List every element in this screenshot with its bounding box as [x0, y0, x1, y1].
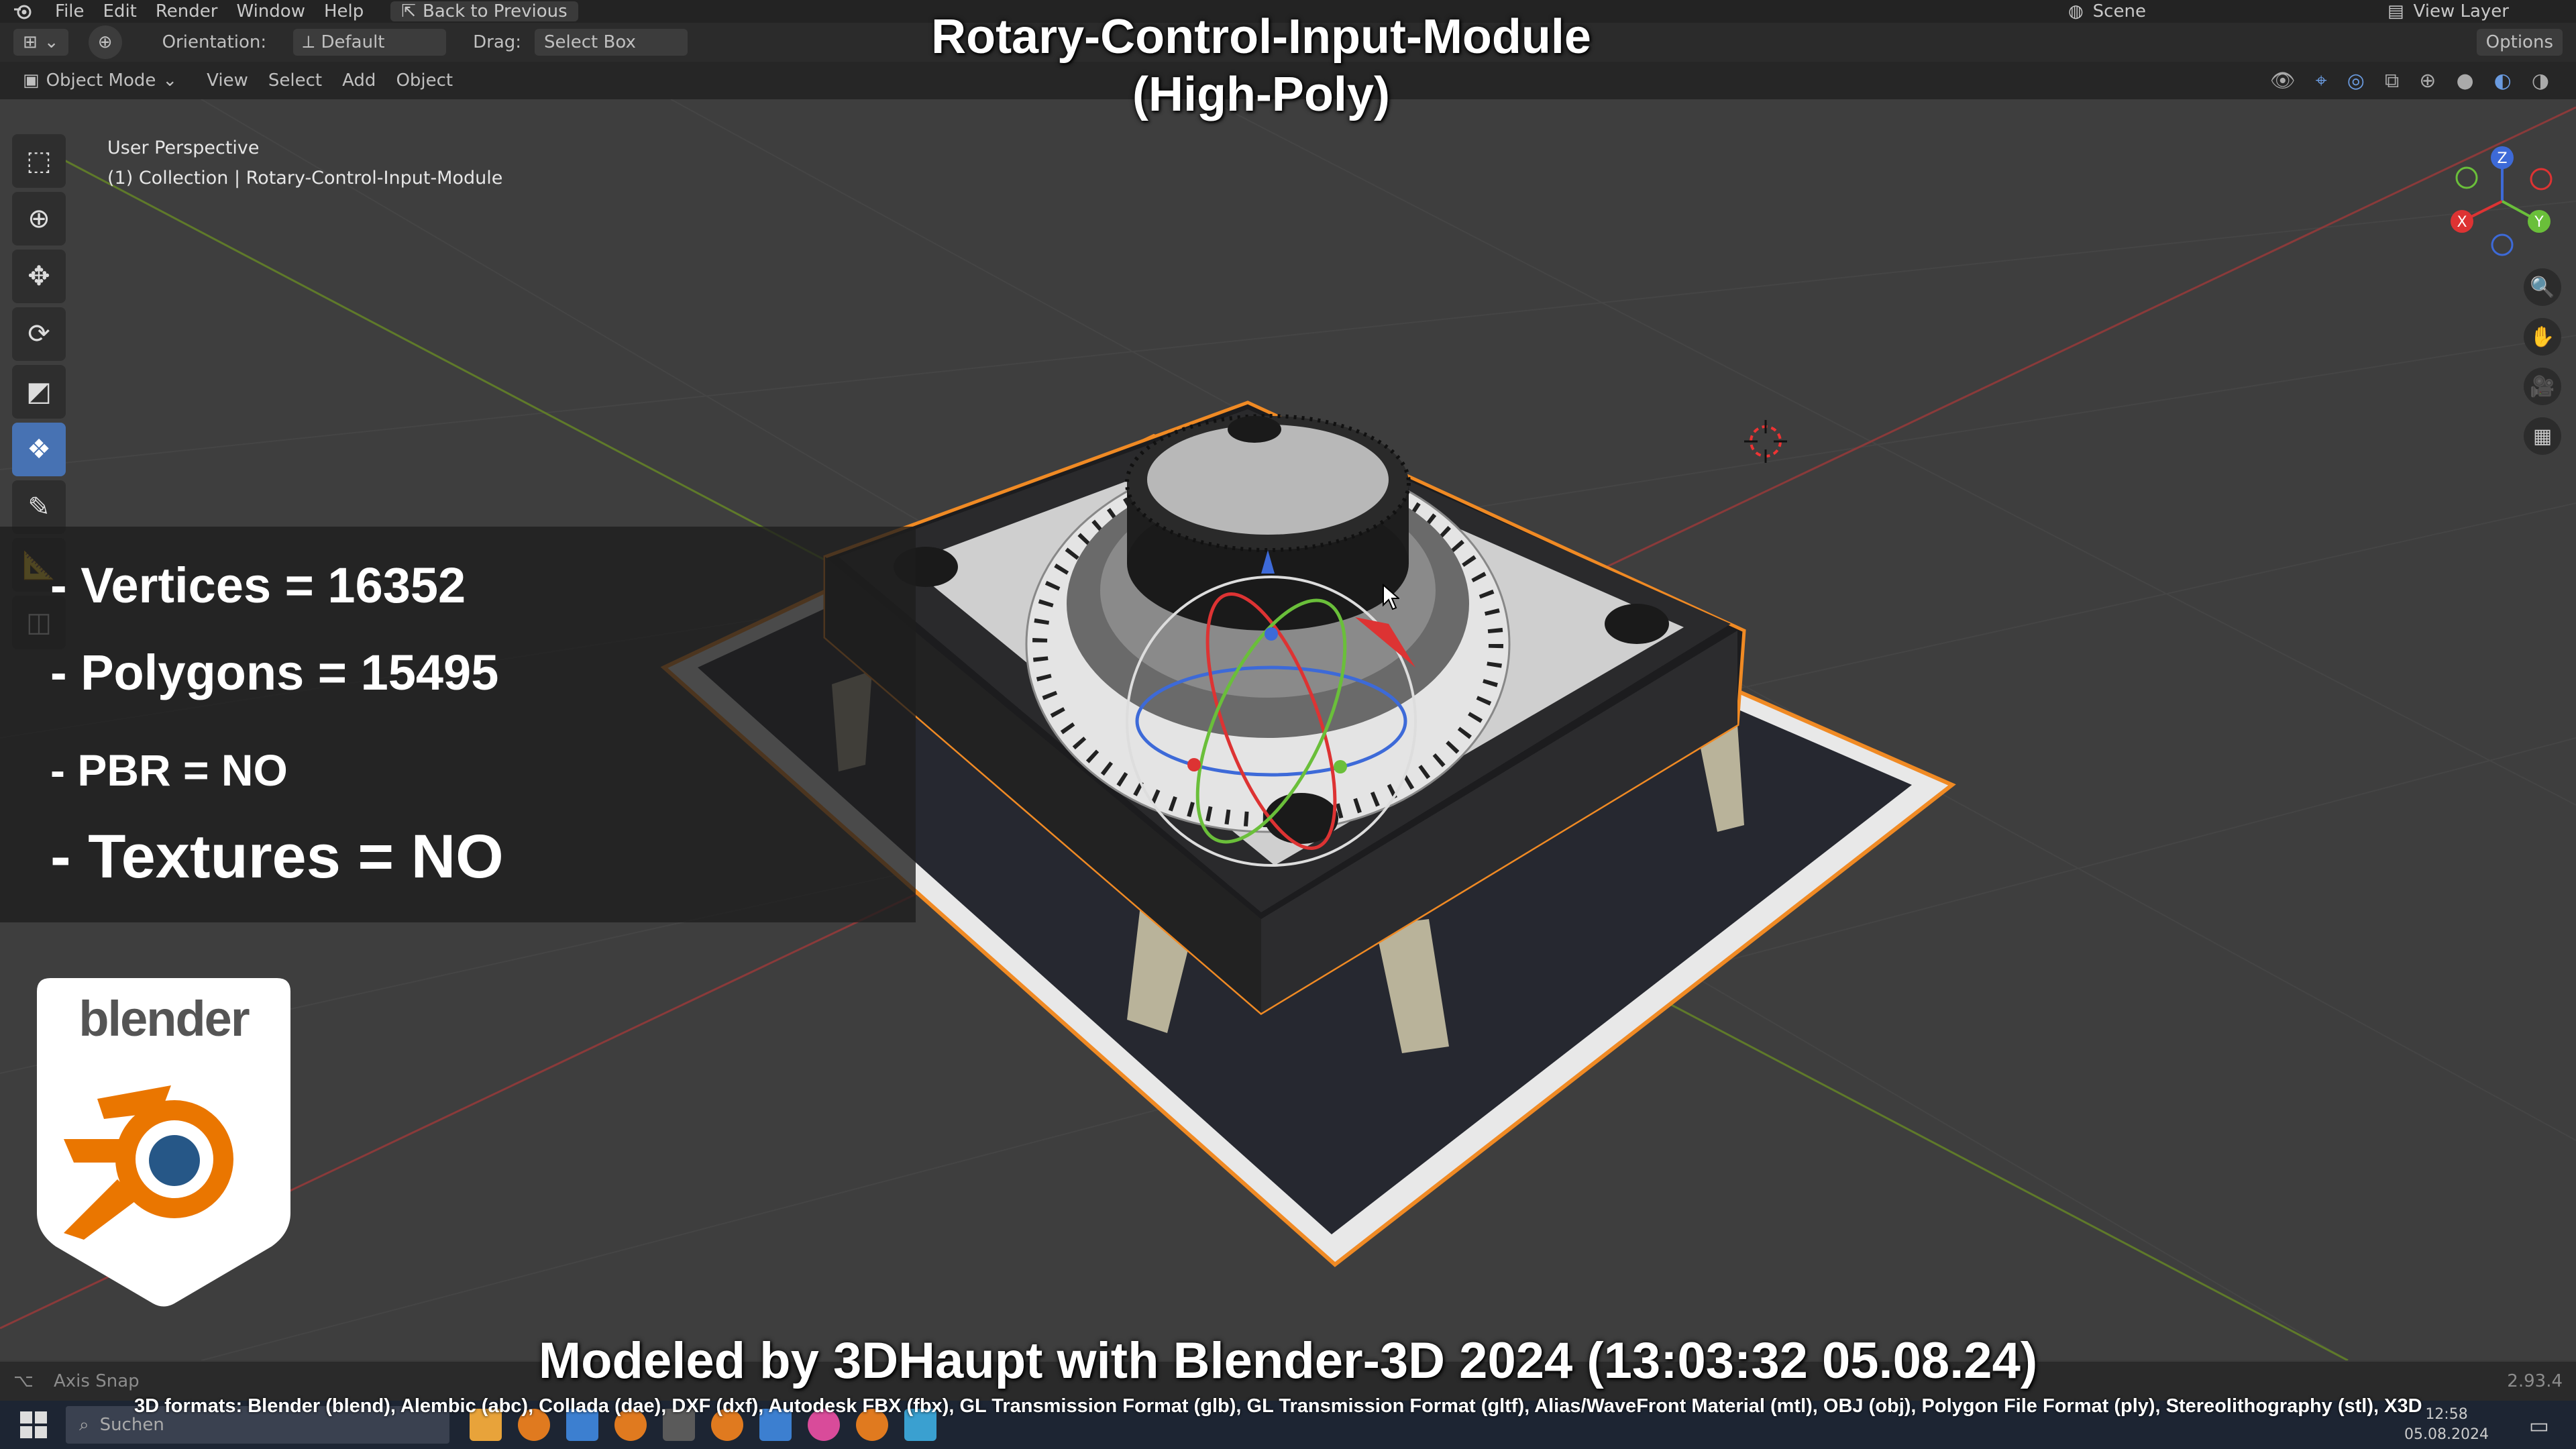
orientation-value: Default: [321, 32, 385, 52]
menu-render[interactable]: Render: [156, 1, 218, 21]
notification-icon[interactable]: ▭: [2529, 1413, 2549, 1438]
menu-edit[interactable]: Edit: [103, 1, 137, 21]
move-icon: ✥: [28, 261, 50, 292]
title-line-2: (High-Poly): [1132, 68, 1390, 121]
y-axis-label: Y: [2534, 214, 2544, 231]
search-placeholder: Suchen: [99, 1415, 164, 1435]
3d-cursor-icon: [1744, 420, 1787, 463]
hand-icon: ✋: [2530, 325, 2555, 349]
polygons-stat: - Polygons = 15495: [50, 645, 499, 700]
textures-stat: - Textures = NO: [50, 822, 504, 891]
editor-type-dropdown[interactable]: ⊞ ⌄: [13, 29, 68, 56]
view-layer-selector[interactable]: ▤ View Layer: [2387, 1, 2509, 21]
menu-help[interactable]: Help: [324, 1, 364, 21]
scale-icon: ◩: [26, 376, 52, 407]
back-to-previous-label: Back to Previous: [423, 1, 568, 21]
x-axis-label: X: [2457, 214, 2467, 231]
object-mode-dropdown[interactable]: ▣ Object Mode ⌄: [13, 67, 186, 94]
drag-value: Select Box: [544, 32, 636, 52]
blender-wordmark: blender: [78, 991, 250, 1046]
scene-icon: ◍: [2068, 1, 2084, 21]
blender-logo-icon[interactable]: [9, 0, 36, 23]
clock-date: 05.08.2024: [2404, 1426, 2489, 1443]
solid-shading-icon[interactable]: ●: [2456, 69, 2473, 93]
grid-icon: ▦: [2532, 424, 2553, 448]
view-layer-name: View Layer: [2413, 1, 2509, 21]
menu-object[interactable]: Object: [396, 70, 453, 91]
transform-tool-icon: ❖: [27, 434, 51, 465]
options-dropdown[interactable]: Options: [2476, 29, 2563, 56]
menu-file[interactable]: File: [55, 1, 85, 21]
annotate-tool[interactable]: ✎: [12, 480, 66, 534]
title-line-1: Rotary-Control-Input-Module: [931, 10, 1591, 64]
gizmo-toggle-icon[interactable]: ⌖: [2316, 69, 2327, 93]
back-icon: ⇱: [401, 1, 417, 21]
object-mode-label: Object Mode: [46, 70, 156, 91]
select-tool[interactable]: ⬚: [12, 134, 66, 188]
stats-panel: - Vertices = 16352 - Polygons = 15495 - …: [0, 527, 916, 922]
transform-tool[interactable]: ❖: [12, 423, 66, 476]
camera-icon: 🎥: [2530, 374, 2555, 398]
rendered-shading-icon[interactable]: ◑: [2532, 69, 2549, 93]
orientation-label: Orientation:: [162, 32, 267, 52]
options-label: Options: [2485, 32, 2553, 52]
object-mode-icon: ▣: [23, 70, 40, 91]
chevron-down-icon: ⌄: [162, 70, 178, 91]
move-tool[interactable]: ✥: [12, 250, 66, 303]
vertices-stat: - Vertices = 16352: [50, 557, 466, 613]
viewport-info: User Perspective (1) Collection | Rotary…: [107, 133, 502, 193]
back-to-previous-button[interactable]: ⇱ Back to Previous: [390, 1, 578, 21]
zoom-icon: 🔍: [2530, 275, 2555, 299]
camera-button[interactable]: 🎥: [2524, 368, 2561, 405]
chevron-down-icon: ⌄: [44, 32, 59, 52]
zoom-button[interactable]: 🔍: [2524, 268, 2561, 306]
rotate-icon: ⟳: [28, 319, 50, 350]
transform-icon[interactable]: ⊕: [88, 25, 122, 59]
perspective-label: User Perspective: [107, 138, 260, 158]
rotate-tool[interactable]: ⟳: [12, 307, 66, 361]
formats-text: 3D formats: Blender (blend), Alembic (ab…: [134, 1395, 2422, 1417]
menu-window[interactable]: Window: [236, 1, 305, 21]
pan-button[interactable]: ✋: [2524, 318, 2561, 356]
menu-select[interactable]: Select: [268, 70, 322, 91]
menu-view[interactable]: View: [207, 70, 248, 91]
menu-add[interactable]: Add: [342, 70, 376, 91]
drag-label: Drag:: [473, 32, 522, 52]
overlay-toggle-icon[interactable]: ◎: [2347, 69, 2365, 93]
scene-selector[interactable]: ◍ Scene: [2068, 1, 2146, 21]
orientation-icon: ⟂: [303, 32, 315, 52]
z-axis-label: Z: [2497, 150, 2507, 167]
credit-text: Modeled by 3DHaupt with Blender-3D 2024 …: [538, 1332, 2038, 1389]
editor-type-icon: ⊞: [23, 32, 38, 52]
xray-icon[interactable]: ⧉: [2385, 69, 2399, 93]
visibility-icon[interactable]: 👁: [2270, 69, 2296, 93]
collection-label: (1) Collection | Rotary-Control-Input-Mo…: [107, 168, 503, 189]
pencil-icon: ✎: [28, 492, 50, 523]
select-box-icon: ⬚: [26, 146, 52, 176]
pbr-stat: - PBR = NO: [50, 745, 288, 795]
view-layer-icon: ▤: [2387, 1, 2404, 21]
navigation-gizmo[interactable]: Z X Y: [2442, 141, 2563, 262]
blender-badge: blender: [37, 978, 290, 1307]
mouse-cursor-icon: [1382, 583, 1401, 613]
search-icon: ⌕: [79, 1414, 89, 1435]
windows-start-icon[interactable]: [20, 1411, 47, 1441]
grid-button[interactable]: ▦: [2524, 417, 2561, 455]
scene-name: Scene: [2092, 1, 2146, 21]
cursor-icon: ⊕: [28, 203, 50, 234]
page-title: Rotary-Control-Input-Module (High-Poly): [805, 8, 1717, 123]
drag-dropdown[interactable]: Select Box: [535, 29, 688, 56]
orientation-dropdown[interactable]: ⟂ Default: [293, 29, 447, 56]
wireframe-shading-icon[interactable]: ⊕: [2419, 69, 2436, 93]
navigation-buttons: 🔍 ✋ 🎥 ▦: [2524, 268, 2561, 467]
cursor-tool[interactable]: ⊕: [12, 192, 66, 246]
material-shading-icon[interactable]: ◐: [2494, 69, 2512, 93]
scale-tool[interactable]: ◩: [12, 365, 66, 419]
